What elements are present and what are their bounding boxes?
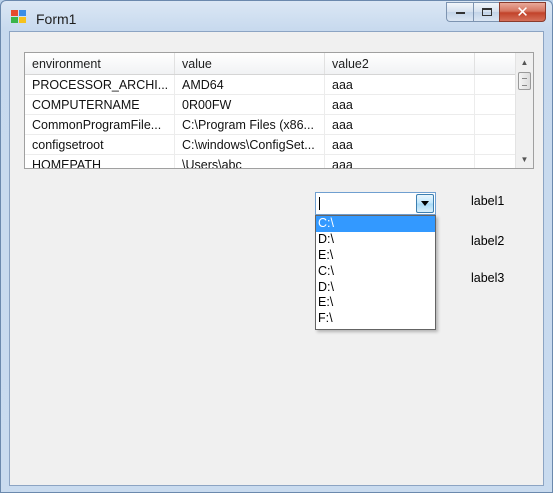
table-cell[interactable]: configsetroot bbox=[25, 135, 175, 155]
table-row[interactable]: COMPUTERNAME 0R00FW aaa bbox=[25, 95, 516, 115]
table-cell[interactable] bbox=[475, 95, 516, 115]
table-row[interactable]: HOMEPATH \Users\abc aaa bbox=[25, 155, 516, 168]
column-header-value[interactable]: value bbox=[175, 53, 325, 74]
dropdown-arrow-icon bbox=[421, 201, 429, 206]
label3: label3 bbox=[471, 271, 505, 285]
table-cell[interactable]: CommonProgramFile... bbox=[25, 115, 175, 135]
dropdown-option[interactable]: D:\ bbox=[316, 232, 435, 248]
table-cell[interactable]: \Users\abc bbox=[175, 155, 325, 168]
column-header-environment[interactable]: environment bbox=[25, 53, 175, 74]
client-area: environment value value2 PROCESSOR_ARCHI… bbox=[9, 31, 544, 486]
table-cell[interactable] bbox=[475, 155, 516, 168]
label2: label2 bbox=[471, 234, 505, 248]
table-row[interactable]: CommonProgramFile... C:\Program Files (x… bbox=[25, 115, 516, 135]
close-button[interactable]: ✕ bbox=[499, 2, 546, 22]
table-cell[interactable]: aaa bbox=[325, 155, 475, 168]
data-grid[interactable]: environment value value2 PROCESSOR_ARCHI… bbox=[24, 52, 534, 169]
table-cell[interactable]: HOMEPATH bbox=[25, 155, 175, 168]
dropdown-option[interactable]: D:\ bbox=[316, 280, 435, 296]
table-row[interactable]: configsetroot C:\windows\ConfigSet... aa… bbox=[25, 135, 516, 155]
dropdown-option[interactable]: E:\ bbox=[316, 295, 435, 311]
table-cell[interactable]: 0R00FW bbox=[175, 95, 325, 115]
dropdown-option[interactable]: E:\ bbox=[316, 248, 435, 264]
scroll-thumb[interactable] bbox=[518, 72, 531, 90]
dropdown-button[interactable] bbox=[416, 194, 434, 213]
scroll-down-icon[interactable]: ▼ bbox=[516, 151, 533, 167]
form-window: Form1 ✕ environment value value2 PROCESS… bbox=[0, 0, 553, 493]
window-title: Form1 bbox=[36, 11, 77, 27]
drive-combobox[interactable] bbox=[315, 192, 436, 215]
label1: label1 bbox=[471, 194, 505, 208]
table-cell[interactable]: aaa bbox=[325, 135, 475, 155]
combobox-dropdown-list[interactable]: C:\ D:\ E:\ C:\ D:\ E:\ F:\ bbox=[315, 215, 436, 330]
table-cell[interactable]: aaa bbox=[325, 115, 475, 135]
maximize-button[interactable] bbox=[473, 2, 499, 22]
grid-vertical-scrollbar[interactable]: ▲ ▼ bbox=[515, 53, 533, 168]
text-caret bbox=[319, 197, 320, 210]
dropdown-option[interactable]: F:\ bbox=[316, 311, 435, 327]
column-header-empty bbox=[475, 53, 516, 74]
table-cell[interactable]: C:\Program Files (x86... bbox=[175, 115, 325, 135]
app-icon bbox=[11, 10, 26, 23]
caption-buttons: ✕ bbox=[446, 2, 546, 22]
table-cell[interactable] bbox=[475, 115, 516, 135]
minimize-button[interactable] bbox=[446, 2, 473, 22]
table-cell[interactable]: COMPUTERNAME bbox=[25, 95, 175, 115]
close-icon: ✕ bbox=[516, 4, 529, 21]
table-cell[interactable]: C:\windows\ConfigSet... bbox=[175, 135, 325, 155]
table-cell[interactable] bbox=[475, 135, 516, 155]
table-cell[interactable]: AMD64 bbox=[175, 75, 325, 95]
table-cell[interactable]: aaa bbox=[325, 75, 475, 95]
minimize-icon bbox=[455, 12, 465, 14]
table-cell[interactable]: PROCESSOR_ARCHI... bbox=[25, 75, 175, 95]
column-header-value2[interactable]: value2 bbox=[325, 53, 475, 74]
grid-header: environment value value2 bbox=[25, 53, 516, 75]
dropdown-option[interactable]: C:\ bbox=[316, 216, 435, 232]
table-row[interactable]: PROCESSOR_ARCHI... AMD64 aaa bbox=[25, 75, 516, 95]
scroll-up-icon[interactable]: ▲ bbox=[516, 54, 533, 70]
title-bar[interactable]: Form1 ✕ bbox=[1, 1, 552, 31]
dropdown-option[interactable]: C:\ bbox=[316, 264, 435, 280]
table-cell[interactable]: aaa bbox=[325, 95, 475, 115]
table-cell[interactable] bbox=[475, 75, 516, 95]
grid-body: PROCESSOR_ARCHI... AMD64 aaa COMPUTERNAM… bbox=[25, 75, 516, 168]
maximize-icon bbox=[481, 8, 492, 16]
